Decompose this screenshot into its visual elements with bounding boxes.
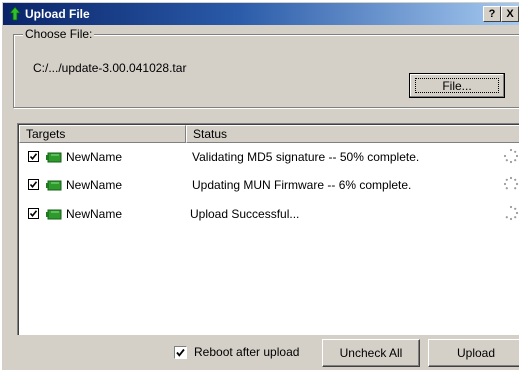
- checkmark-icon: [176, 348, 185, 357]
- list-row[interactable]: NewName Validating MD5 signature -- 50% …: [18, 147, 519, 167]
- target-name: NewName: [66, 178, 123, 192]
- list-row[interactable]: NewName Upload Successful...: [18, 204, 519, 224]
- spinner-icon: [505, 205, 519, 221]
- target-name: NewName: [66, 207, 123, 221]
- choose-file-legend: Choose File:: [23, 27, 95, 41]
- reboot-label[interactable]: Reboot after upload: [194, 345, 299, 359]
- checkmark-icon: [29, 153, 38, 161]
- row-status: Upload Successful...: [190, 207, 300, 221]
- close-icon: X: [506, 8, 514, 20]
- file-browse-button[interactable]: File...: [409, 73, 505, 98]
- target-name: NewName: [66, 150, 123, 164]
- uncheck-all-button[interactable]: Uncheck All: [322, 339, 420, 367]
- reboot-checkbox[interactable]: [174, 346, 187, 359]
- window-title: Upload File: [25, 7, 90, 21]
- spinner-icon: [503, 176, 519, 190]
- checkmark-icon: [29, 181, 38, 189]
- file-button-label: File...: [415, 78, 499, 93]
- row-checkbox[interactable]: [28, 179, 39, 190]
- spinner-icon: [503, 148, 519, 164]
- list-row[interactable]: NewName Updating MUN Firmware -- 6% comp…: [18, 175, 519, 195]
- upload-file-dialog: Upload File ? X Choose File: C:/.../upda…: [2, 2, 519, 370]
- upload-arrow-icon: [9, 6, 21, 21]
- checkmark-icon: [29, 210, 38, 218]
- upload-button[interactable]: Upload: [428, 339, 519, 367]
- title-bar[interactable]: Upload File ? X: [3, 3, 519, 25]
- column-header-status[interactable]: Status: [186, 125, 519, 143]
- row-checkbox[interactable]: [28, 151, 39, 162]
- file-path-display: C:/.../update-3.00.041028.tar: [33, 61, 187, 75]
- column-header-targets[interactable]: Targets: [19, 125, 186, 143]
- help-icon: ?: [488, 8, 496, 20]
- device-icon: [46, 180, 62, 191]
- row-status: Updating MUN Firmware -- 6% complete.: [192, 178, 412, 192]
- row-status: Validating MD5 signature -- 50% complete…: [192, 150, 420, 164]
- row-checkbox[interactable]: [28, 208, 39, 219]
- list-header: Targets Status: [19, 125, 519, 143]
- device-icon: [46, 152, 62, 163]
- close-button[interactable]: X: [501, 6, 519, 22]
- help-button[interactable]: ?: [483, 6, 501, 22]
- device-icon: [46, 209, 62, 220]
- targets-list[interactable]: Targets Status NewName Validating MD5 si…: [17, 123, 519, 335]
